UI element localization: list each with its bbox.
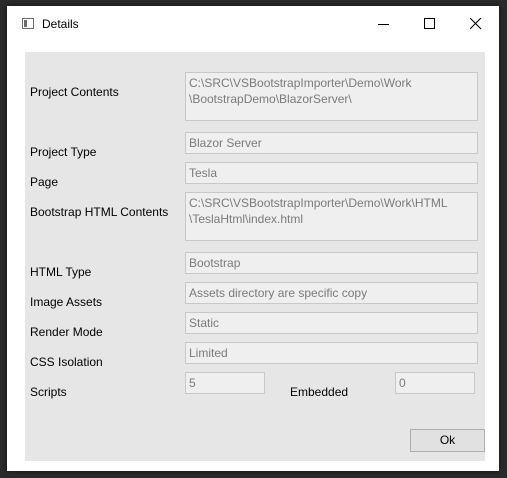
css-isolation-field[interactable]: Limited xyxy=(185,342,478,364)
title-bar[interactable]: Details xyxy=(7,6,499,42)
project-type-field[interactable]: Blazor Server xyxy=(185,132,478,154)
scripts-field[interactable]: 5 xyxy=(185,372,265,394)
minimize-icon xyxy=(378,24,389,25)
project-contents-label: Project Contents xyxy=(30,85,119,99)
close-icon xyxy=(470,18,482,30)
embedded-label: Embedded xyxy=(290,385,349,399)
project-contents-field[interactable]: C:\SRC\VSBootstrapImporter\Demo\Work \Bo… xyxy=(185,72,478,121)
close-button[interactable] xyxy=(453,6,499,42)
embedded-field[interactable]: 0 xyxy=(395,372,475,394)
project-type-label: Project Type xyxy=(30,145,97,159)
render-mode-field[interactable]: Static xyxy=(185,312,478,334)
details-dialog: Details Project Contents C:\SRC\VSBootst… xyxy=(7,6,499,471)
html-type-field[interactable]: Bootstrap xyxy=(185,252,478,274)
bootstrap-html-contents-field[interactable]: C:\SRC\VSBootstrapImporter\Demo\Work\HTM… xyxy=(185,192,478,241)
html-type-label: HTML Type xyxy=(30,265,92,279)
css-isolation-label: CSS Isolation xyxy=(30,355,103,369)
minimize-button[interactable] xyxy=(361,6,407,42)
ok-button[interactable]: Ok xyxy=(410,429,485,452)
scripts-label: Scripts xyxy=(30,385,67,399)
image-assets-field[interactable]: Assets directory are specific copy xyxy=(185,282,478,304)
page-field[interactable]: Tesla xyxy=(185,162,478,184)
image-assets-label: Image Assets xyxy=(30,295,103,309)
bootstrap-html-contents-label: Bootstrap HTML Contents xyxy=(30,205,169,219)
window-title: Details xyxy=(42,17,79,31)
window-icon xyxy=(22,18,34,29)
render-mode-label: Render Mode xyxy=(30,325,103,339)
page-label: Page xyxy=(30,175,59,189)
details-panel: Project Contents C:\SRC\VSBootstrapImpor… xyxy=(25,52,485,461)
maximize-button[interactable] xyxy=(407,6,453,42)
maximize-icon xyxy=(424,18,435,29)
